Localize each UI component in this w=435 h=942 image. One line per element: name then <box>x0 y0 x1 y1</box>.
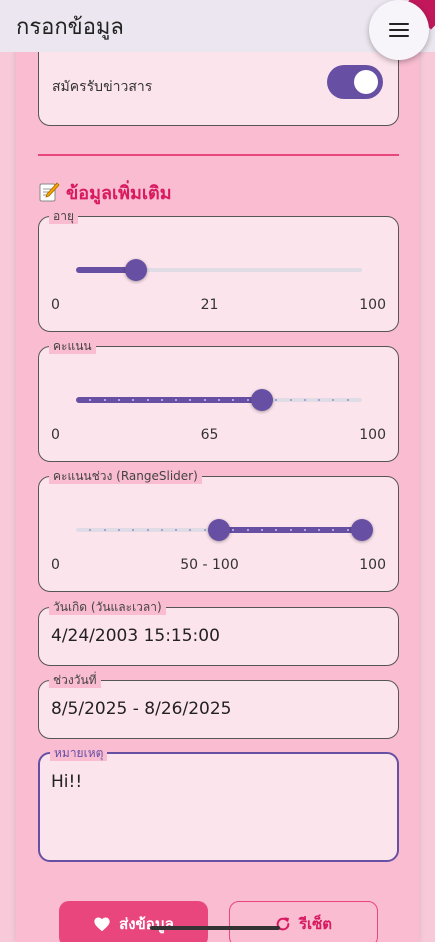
birthdate-value: 4/24/2003 15:15:00 <box>51 626 220 646</box>
tick-mark <box>303 529 306 531</box>
score-thumb[interactable] <box>250 389 273 411</box>
menu-icon <box>389 23 409 37</box>
page: สมัครรับข่าวสาร ข้อมูลเพิ่มเติม อายุ 0 2… <box>0 0 435 942</box>
submit-label: ส่งข้อมูล <box>119 915 174 933</box>
note-value: Hi!! <box>51 772 83 792</box>
menu-button[interactable] <box>369 0 429 60</box>
date-range-field[interactable]: ช่วงวันที่ 8/5/2025 - 8/26/2025 <box>38 672 399 739</box>
tick-mark <box>346 529 349 531</box>
score-legend: คะแนน <box>49 338 96 354</box>
tick-mark <box>160 399 163 401</box>
range-legend: คะแนนช่วง (RangeSlider) <box>49 468 202 484</box>
memo-icon <box>38 181 60 203</box>
tick-mark <box>246 529 249 531</box>
range-max-label: 100 <box>359 557 386 573</box>
range-value-label: 50 - 100 <box>180 557 239 573</box>
note-legend: หมายเหตุ <box>50 745 108 761</box>
date-range-legend: ช่วงวันที่ <box>49 672 101 688</box>
age-max-label: 100 <box>359 297 386 313</box>
tick-mark <box>160 529 163 531</box>
note-field[interactable]: หมายเหตุ Hi!! <box>38 745 399 862</box>
age-slider-card: อายุ 0 21 100 <box>38 208 399 332</box>
tick-mark <box>218 399 220 401</box>
newsletter-card: สมัครรับข่าวสาร <box>38 40 399 126</box>
tick-mark <box>289 399 292 401</box>
tick-mark <box>303 399 306 401</box>
tick-mark <box>103 529 106 531</box>
age-thumb[interactable] <box>125 259 148 281</box>
score-max-label: 100 <box>359 427 386 443</box>
toggle-knob <box>354 70 378 94</box>
tick-mark <box>103 399 106 401</box>
tick-mark <box>203 529 206 531</box>
reset-label: รีเซ็ต <box>298 915 333 933</box>
tick-mark <box>146 399 149 401</box>
home-indicator <box>150 926 280 930</box>
range-start-thumb[interactable] <box>208 519 230 541</box>
range-end-thumb[interactable] <box>351 519 373 541</box>
reset-button[interactable]: รีเซ็ต <box>229 901 378 942</box>
submit-button[interactable]: ส่งข้อมูล <box>59 901 208 942</box>
tick-mark <box>246 399 249 401</box>
section-divider <box>38 154 399 156</box>
section-title: ข้อมูลเพิ่มเติม <box>38 178 172 207</box>
tick-mark <box>289 529 292 531</box>
tick-mark <box>203 399 206 401</box>
tick-mark <box>260 529 263 531</box>
tick-mark <box>117 399 120 401</box>
birthdate-field[interactable]: วันเกิด (วันและเวลา) 4/24/2003 15:15:00 <box>38 599 399 666</box>
heart-icon <box>94 917 110 932</box>
score-slider-card: คะแนน 0 65 100 <box>38 338 399 462</box>
tick-mark <box>146 529 149 531</box>
age-value-label: 21 <box>200 297 219 313</box>
newsletter-toggle[interactable] <box>327 65 383 99</box>
page-title: กรอกข้อมูล <box>16 15 124 40</box>
date-range-value: 8/5/2025 - 8/26/2025 <box>51 699 232 719</box>
score-value-label: 65 <box>200 427 219 443</box>
section-title-text: ข้อมูลเพิ่มเติม <box>66 183 172 204</box>
birthdate-legend: วันเกิด (วันและเวลา) <box>49 599 166 615</box>
age-legend: อายุ <box>49 208 78 224</box>
range-slider-card: คะแนนช่วง (RangeSlider) 0 50 - 100 100 <box>38 468 399 592</box>
newsletter-label: สมัครรับข่าวสาร <box>52 79 153 95</box>
tick-mark <box>117 529 120 531</box>
tick-mark <box>346 399 349 401</box>
